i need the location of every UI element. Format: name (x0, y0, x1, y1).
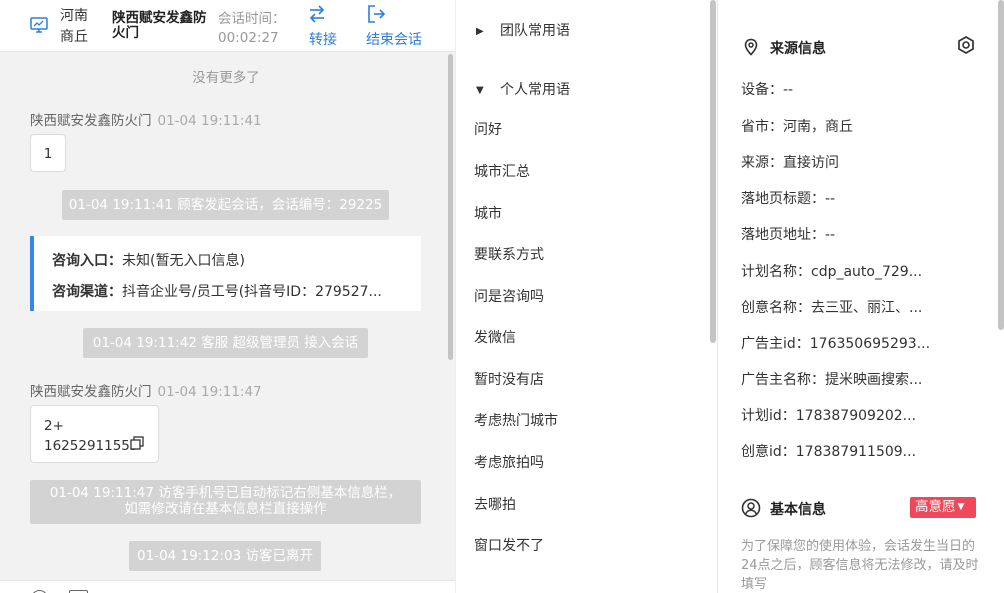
visitor-province: 河南 (60, 8, 88, 24)
source-row-advertiser-name: 广告主名称：提米映画搜索... (741, 372, 923, 388)
user-circle-icon (741, 498, 761, 518)
phrase-item[interactable]: 城市 (474, 203, 502, 223)
caret-down-icon: ▼ (476, 85, 484, 96)
message-bubble: 1 (30, 134, 66, 172)
source-row-region: 省市：河南，商丘 (741, 119, 853, 135)
source-row-advertiser-id: 广告主id：176350695293... (741, 336, 931, 352)
source-row-origin: 来源：直接访问 (741, 155, 839, 171)
phrase-item[interactable]: 要联系方式 (474, 244, 544, 264)
quick-phrase-panel: ▶ 团队常用语 ▼ 个人常用语 问好 城市汇总 城市 要联系方式 问是咨询吗 发微信… (455, 0, 718, 593)
caret-right-icon: ▶ (476, 26, 484, 37)
consult-channel-row: 咨询渠道：抖音企业号/员工号(抖音号ID：279527... (52, 277, 421, 308)
phrase-item[interactable]: 城市汇总 (474, 161, 530, 181)
basic-info-title: 基本信息 (770, 502, 826, 518)
source-row-plan-id: 计划id：178387909202... (741, 408, 917, 424)
phrase-item[interactable]: 暂时没有店 (474, 369, 544, 389)
phrase-item[interactable]: 考虑旅拍吗 (474, 452, 544, 472)
no-more-history: 没有更多了 (192, 70, 260, 86)
transfer-arrows-icon (309, 5, 325, 23)
location-pin-icon (744, 38, 758, 56)
source-info-title: 来源信息 (770, 41, 826, 57)
end-session-button[interactable]: 结束会话 (364, 4, 434, 48)
source-row-landing-url: 落地页地址：-- (741, 227, 836, 243)
app-root: 河南 商丘 陕西赋安发鑫防火门 会话时间： 00:02:27 转接 结束会话 没… (0, 0, 1004, 593)
chat-header: 河南 商丘 陕西赋安发鑫防火门 会话时间： 00:02:27 转接 结束会话 (0, 0, 455, 52)
consult-entry-value: 未知(暂无入口信息) (122, 253, 245, 269)
phrase-item[interactable]: 发微信 (474, 327, 516, 347)
chat-scrollbar[interactable] (448, 54, 453, 360)
session-time-value: 00:02:27 (218, 30, 279, 46)
system-notice-line: 如需修改请在基本信息栏直接操作 (124, 501, 327, 517)
visitor-city: 商丘 (60, 29, 88, 45)
consult-info-card: 咨询入口：未知(暂无入口信息) 咨询渠道：抖音企业号/员工号(抖音号ID：279… (30, 236, 421, 311)
message-sender: 陕西赋安发鑫防火门 (30, 384, 152, 400)
consult-channel-label: 咨询渠道： (52, 284, 122, 300)
message-sender: 陕西赋安发鑫防火门 (30, 113, 152, 129)
system-notice: 01-04 19:12:03 访客已离开 (129, 541, 321, 571)
transfer-button[interactable]: 转接 (306, 4, 346, 48)
phrase-scrollbar[interactable] (710, 0, 716, 343)
exit-icon (368, 5, 386, 23)
consult-entry-label: 咨询入口： (52, 253, 122, 269)
source-row-creative-id: 创意id：178387911509... (741, 444, 917, 460)
personal-phrases-group[interactable]: ▼ 个人常用语 (476, 79, 570, 99)
consult-entry-row: 咨询入口：未知(暂无入口信息) (52, 246, 421, 277)
source-row-landing-title: 落地页标题：-- (741, 191, 836, 207)
intent-label: 高意愿 (915, 499, 956, 515)
chat-input-toolbar (0, 580, 455, 593)
system-notice: 01-04 19:11:41 顾客发起会话，会话编号：29225 (62, 190, 389, 220)
system-notice-line: 01-04 19:11:47 访客手机号已自动标记右侧基本信息栏， (49, 485, 402, 501)
message-bubble: 2+ 16252911555 (30, 405, 159, 463)
source-row-device: 设备：-- (741, 82, 794, 98)
end-session-label: 结束会话 (366, 32, 422, 48)
intent-dropdown[interactable]: 高意愿 ▼ (910, 497, 976, 518)
system-notice: 01-04 19:11:47 访客手机号已自动标记右侧基本信息栏， 如需修改请在… (30, 480, 421, 524)
info-scrollbar[interactable] (998, 0, 1004, 330)
phrase-item[interactable]: 窗口发不了 (474, 535, 544, 555)
transfer-label: 转接 (309, 32, 337, 48)
personal-phrases-label: 个人常用语 (500, 82, 570, 98)
chat-panel: 河南 商丘 陕西赋安发鑫防火门 会话时间： 00:02:27 转接 结束会话 没… (0, 0, 455, 593)
phrase-item[interactable]: 问好 (474, 119, 502, 139)
message-text-line: 2+ (44, 418, 64, 434)
team-phrases-group[interactable]: ▶ 团队常用语 (476, 20, 570, 40)
system-notice: 01-04 19:11:42 客服 超级管理员 接入会话 (83, 328, 368, 358)
monitor-icon (30, 17, 48, 33)
message-time: 01-04 19:11:47 (157, 384, 262, 400)
phrase-item[interactable]: 去哪拍 (474, 494, 516, 514)
visitor-location: 河南 商丘 (60, 6, 98, 48)
copy-icon[interactable] (130, 436, 144, 450)
source-row-plan-name: 计划名称：cdp_auto_729... (741, 264, 923, 280)
source-row-creative-name: 创意名称：去三亚、丽江、... (741, 300, 923, 316)
consult-channel-value: 抖音企业号/员工号(抖音号ID：279527... (122, 284, 382, 300)
phrase-item[interactable]: 考虑热门城市 (474, 410, 558, 430)
hexagon-gear-icon[interactable] (956, 35, 976, 55)
message-meta: 陕西赋安发鑫防火门 01-04 19:11:41 (30, 109, 262, 129)
caret-down-icon: ▼ (957, 502, 965, 512)
message-time: 01-04 19:11:41 (157, 113, 262, 129)
basic-info-note: 为了保障您的使用体验，会话发生当日的24点之后，顾客信息将无法修改，请及时填写 (741, 539, 979, 592)
message-meta: 陕西赋安发鑫防火门 01-04 19:11:47 (30, 380, 262, 400)
visitor-name: 陕西赋安发鑫防火门 (112, 10, 207, 41)
session-time-label: 会话时间： (218, 11, 286, 27)
team-phrases-label: 团队常用语 (500, 23, 570, 39)
phrase-item[interactable]: 问是咨询吗 (474, 286, 544, 306)
